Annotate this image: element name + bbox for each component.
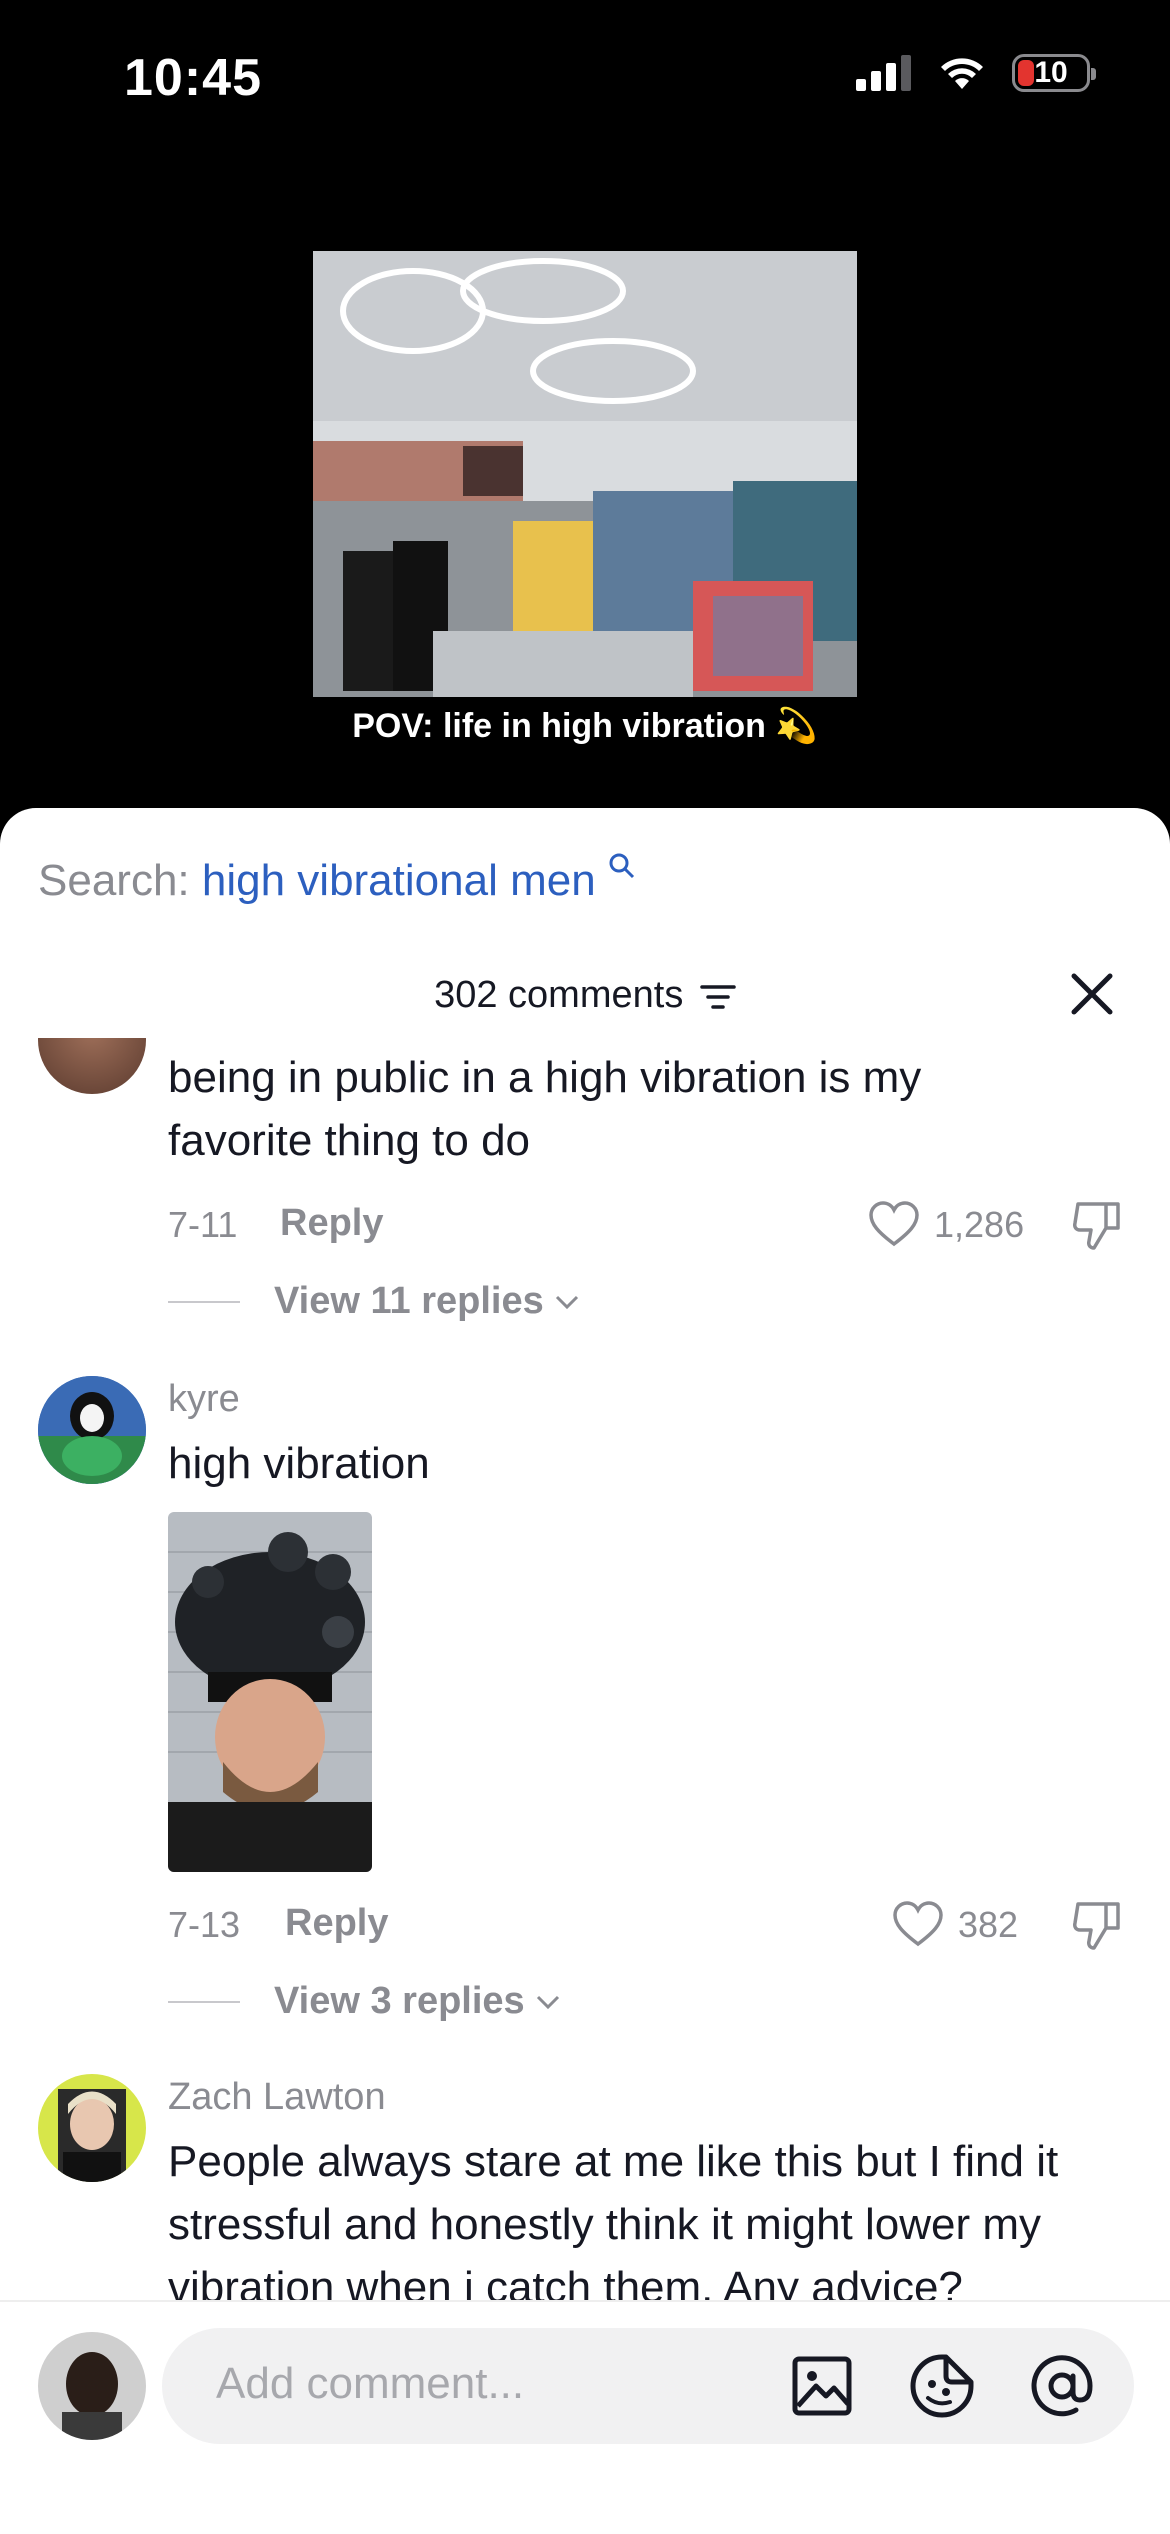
avatar[interactable] bbox=[38, 1376, 146, 1484]
view-replies-button[interactable]: View 3 replies bbox=[168, 1980, 561, 2023]
avatar[interactable] bbox=[38, 2332, 146, 2440]
comment-text: People always stare at me like this but … bbox=[168, 2137, 1059, 2300]
divider-line bbox=[168, 1300, 240, 1303]
comment-text: being in public in a high vibration is m… bbox=[168, 1053, 922, 1165]
comments-count: 302 comments bbox=[434, 974, 684, 1016]
signal-icon bbox=[856, 55, 911, 91]
status-icons: 10 bbox=[856, 54, 1096, 92]
heart-icon[interactable] bbox=[892, 1900, 944, 1948]
chevron-down-icon bbox=[555, 1295, 578, 1309]
filter-icon[interactable] bbox=[700, 982, 736, 1012]
sticker-icon[interactable] bbox=[908, 2352, 976, 2420]
comment-date: 7-13 bbox=[168, 1904, 241, 1945]
comments-count-header[interactable]: 302 comments bbox=[0, 974, 1170, 1017]
like-count: 382 bbox=[958, 1904, 1019, 1945]
dislike-icon[interactable] bbox=[1070, 1898, 1126, 1952]
dislike-icon[interactable] bbox=[1070, 1198, 1126, 1252]
divider-line bbox=[168, 2000, 240, 2003]
view-replies-button[interactable]: View 11 replies bbox=[168, 1280, 580, 1323]
search-prefix: Search: bbox=[38, 856, 202, 905]
video-frame-image bbox=[313, 251, 857, 697]
mention-icon[interactable] bbox=[1028, 2352, 1096, 2420]
battery-icon: 10 bbox=[1012, 54, 1096, 92]
like-count: 1,286 bbox=[934, 1204, 1025, 1245]
comment-input[interactable] bbox=[214, 2358, 818, 2410]
comment-username[interactable]: Zach Lawton bbox=[168, 2076, 386, 2119]
comment-username[interactable]: kyre bbox=[168, 1378, 240, 1421]
avatar[interactable] bbox=[38, 2074, 146, 2182]
comment-date: 7-11 bbox=[168, 1204, 238, 1245]
comment-image[interactable] bbox=[168, 1512, 372, 1872]
status-time: 10:45 bbox=[124, 49, 262, 107]
close-icon[interactable] bbox=[1070, 972, 1114, 1016]
search-suggestion[interactable]: Search: high vibrational men bbox=[38, 853, 636, 906]
reply-button[interactable]: Reply bbox=[280, 1202, 383, 1245]
video-caption: POV: life in high vibration 💫 bbox=[352, 707, 818, 745]
heart-icon[interactable] bbox=[868, 1200, 920, 1248]
search-query[interactable]: high vibrational men bbox=[202, 856, 596, 905]
battery-level: 10 bbox=[1034, 56, 1068, 89]
reply-button[interactable]: Reply bbox=[285, 1902, 388, 1945]
image-icon[interactable] bbox=[790, 2354, 854, 2418]
video-player[interactable] bbox=[313, 251, 857, 697]
wifi-icon bbox=[941, 58, 983, 89]
comment-text: high vibration bbox=[168, 1439, 430, 1488]
search-icon bbox=[609, 853, 634, 879]
comment-input-field[interactable] bbox=[162, 2328, 1134, 2444]
avatar[interactable] bbox=[38, 1038, 146, 1094]
chevron-down-icon bbox=[536, 1995, 559, 2009]
